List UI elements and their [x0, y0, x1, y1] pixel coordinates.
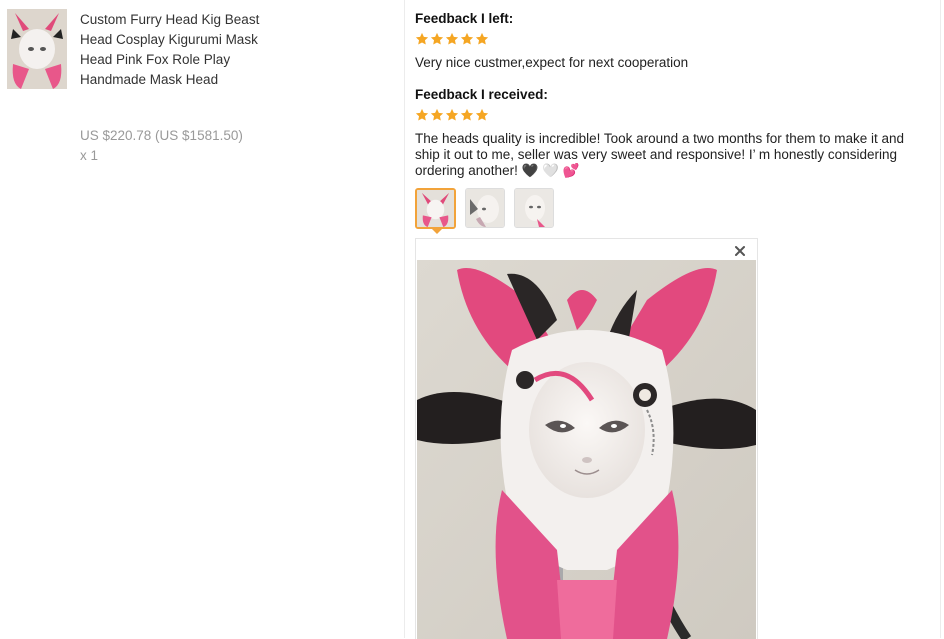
- product-quantity: x 1: [80, 148, 99, 163]
- review-photo-thumb-1[interactable]: [415, 188, 456, 229]
- panel-border: [940, 0, 941, 638]
- review-photo-thumbnail-image: [466, 189, 504, 227]
- column-divider: [404, 0, 405, 638]
- review-photo-thumbnail-image: [417, 190, 454, 227]
- active-thumb-indicator: [431, 228, 443, 234]
- kigurumi-mask-photo: [417, 260, 756, 639]
- feedback-received-text: The heads quality is incredible! Took ar…: [415, 131, 905, 178]
- review-photo-thumb-2[interactable]: [465, 188, 505, 228]
- product-thumbnail[interactable]: [7, 9, 67, 89]
- review-photo-thumbnail-image: [515, 189, 553, 227]
- star-icon: [460, 32, 474, 45]
- photo-viewer: [415, 238, 758, 639]
- star-icon: [415, 108, 429, 121]
- order-item-panel: Custom Furry Head Kig Beast Head Cosplay…: [0, 0, 404, 638]
- review-photo-thumbnails: [415, 188, 554, 229]
- feedback-left-text: Very nice custmer,expect for next cooper…: [415, 55, 689, 70]
- close-viewer-button[interactable]: [733, 244, 747, 258]
- star-icon: [475, 32, 489, 45]
- review-photo-large: [417, 260, 756, 639]
- feedback-left-stars: [415, 32, 489, 46]
- star-icon: [445, 32, 459, 45]
- star-icon: [445, 108, 459, 121]
- star-icon: [430, 108, 444, 121]
- review-photo-thumb-3[interactable]: [514, 188, 554, 228]
- feedback-received-heading: Feedback I received:: [415, 87, 548, 102]
- star-icon: [430, 32, 444, 45]
- feedback-left-heading: Feedback I left:: [415, 11, 514, 26]
- feedback-received-stars: [415, 108, 489, 122]
- close-icon: [735, 246, 745, 256]
- star-icon: [475, 108, 489, 121]
- product-title-link[interactable]: Custom Furry Head Kig Beast Head Cosplay…: [80, 10, 260, 90]
- star-icon: [415, 32, 429, 45]
- star-icon: [460, 108, 474, 121]
- product-image: [7, 9, 67, 89]
- product-price: US $220.78 (US $1581.50): [80, 128, 243, 143]
